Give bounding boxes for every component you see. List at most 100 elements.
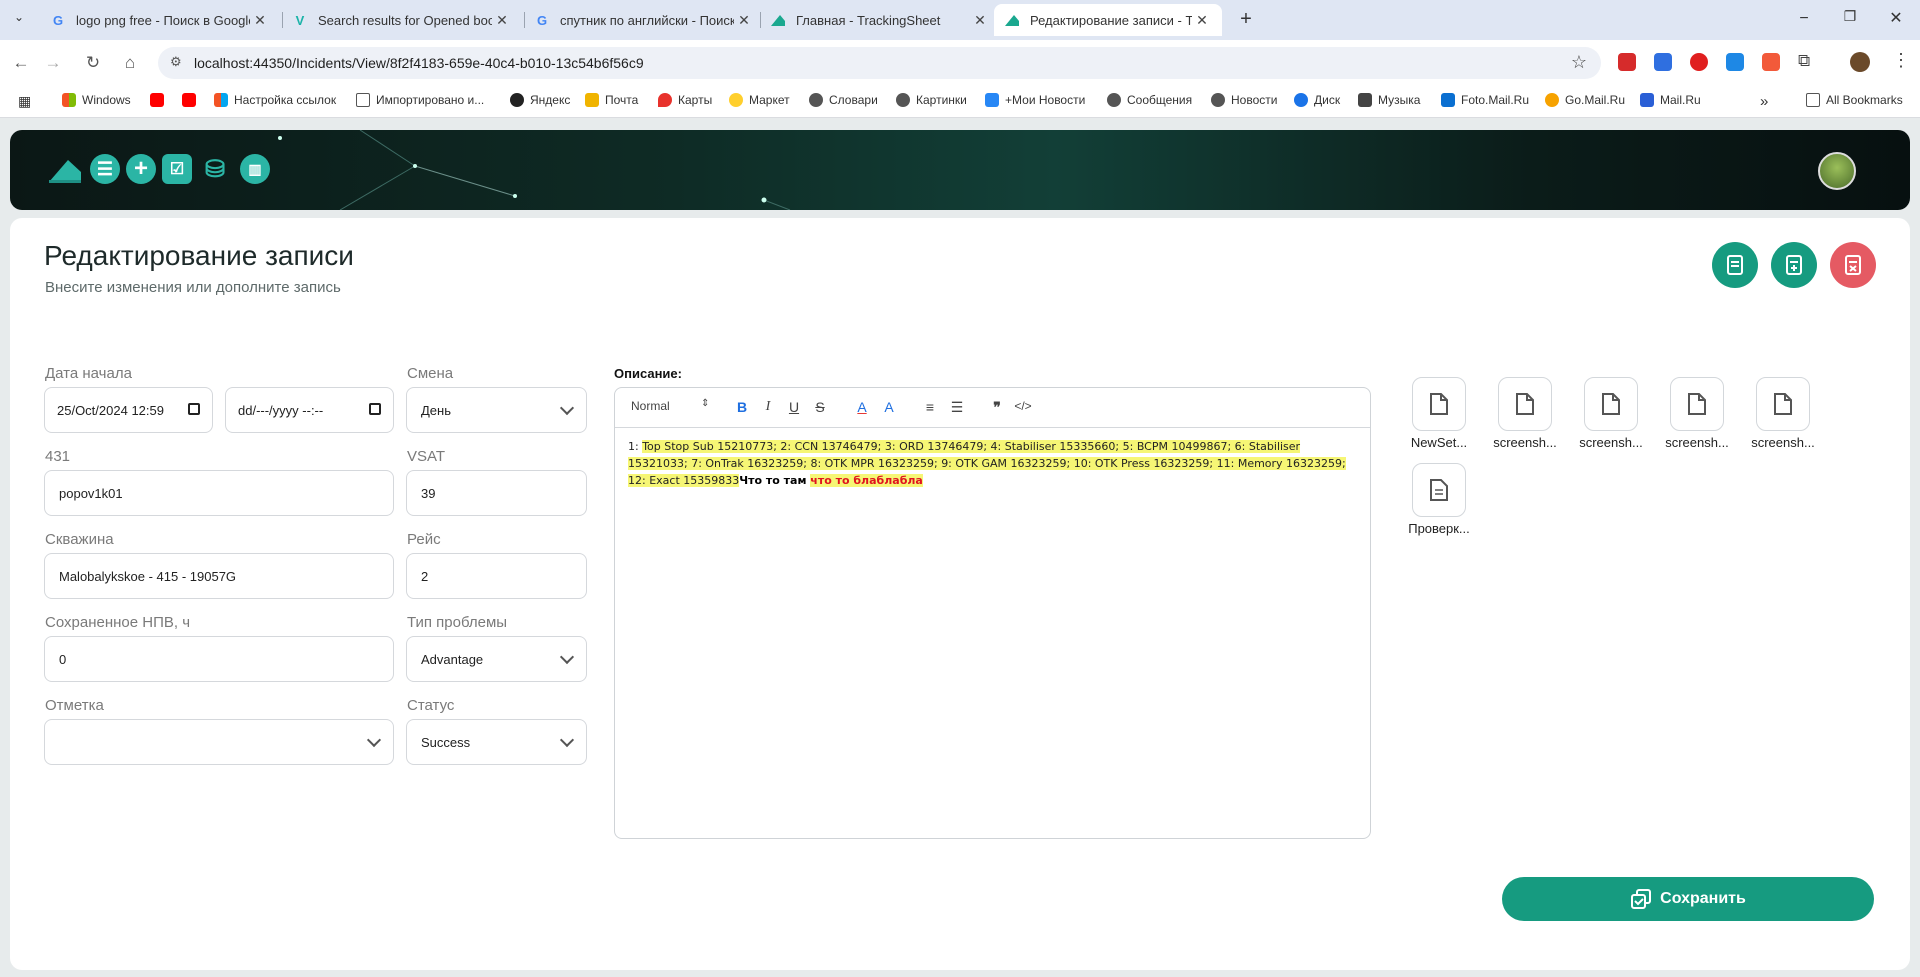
bookmark-item[interactable]: Карты [658, 93, 712, 107]
problem-type-select[interactable]: Advantage [406, 636, 587, 682]
description-label: Описание: [614, 366, 682, 381]
attached-file[interactable]: Проверк... [1399, 463, 1479, 536]
bookmark-item[interactable]: Музыка [1358, 93, 1420, 107]
browser-tab[interactable]: G спутник по английски - Поиск ✕ [524, 4, 764, 36]
bookmark-item[interactable]: Почта [585, 93, 638, 107]
app-logo-icon[interactable] [48, 154, 82, 189]
address-bar[interactable]: ⚙ localhost:44350/Incidents/View/8f2f418… [158, 47, 1601, 79]
calendar-icon[interactable] [188, 403, 200, 415]
forward-icon[interactable]: → [40, 50, 66, 76]
menu-kebab-icon[interactable]: ⋮ [1892, 50, 1910, 71]
view-record-button[interactable] [1712, 242, 1758, 288]
home-icon[interactable]: ⌂ [117, 50, 143, 76]
bookmark-item[interactable]: Яндекс [510, 93, 570, 107]
user-avatar[interactable] [1818, 152, 1856, 190]
attached-file[interactable]: screensh... [1743, 377, 1823, 450]
browser-tab[interactable]: Главная - TrackingSheet ✕ [760, 4, 1000, 36]
text-color-button[interactable]: A [853, 399, 871, 415]
add-record-button[interactable] [1771, 242, 1817, 288]
background-color-button[interactable]: A [880, 399, 898, 415]
browser-tab[interactable]: G logo png free - Поиск в Google ✕ [40, 4, 280, 36]
extension-icon[interactable] [1726, 53, 1744, 71]
strike-button[interactable]: S [811, 399, 829, 415]
code-button[interactable]: </> [1014, 399, 1032, 413]
f431-input[interactable]: popov1k01 [44, 470, 394, 516]
bookmark-item[interactable]: Настройка ссылок [214, 93, 336, 107]
tab-search-button[interactable]: ⌄ [8, 10, 30, 32]
bookmark-item[interactable]: Картинки [896, 93, 967, 107]
restore-icon[interactable]: ❐ [1838, 8, 1862, 25]
extensions-puzzle-icon[interactable]: ⧉ [1798, 51, 1810, 71]
bold-button[interactable]: B [733, 399, 751, 415]
bookmark-item[interactable]: +Мои Новости [985, 93, 1085, 107]
book-icon[interactable]: ☰ [90, 154, 120, 184]
bookmark-folder[interactable]: Импортировано и... [356, 93, 484, 107]
npv-input[interactable]: 0 [44, 636, 394, 682]
run-input[interactable]: 2 [406, 553, 587, 599]
format-select[interactable]: Normal ⇕ [631, 398, 711, 413]
end-date-input[interactable]: dd/---/yyyy --:-- [225, 387, 394, 433]
bookmark-item[interactable]: Windows [62, 93, 131, 107]
browser-tab-active[interactable]: Редактирование записи - Track ✕ [994, 4, 1222, 36]
extension-icon[interactable] [1618, 53, 1636, 71]
save-button[interactable]: Сохранить [1502, 877, 1874, 921]
apps-grid-icon[interactable]: ▦ [18, 93, 31, 110]
text-file-icon [1412, 463, 1466, 517]
calendar-icon[interactable] [369, 403, 381, 415]
reload-icon[interactable]: ↻ [80, 50, 106, 76]
bookmark-item[interactable]: Mail.Ru [1640, 93, 1701, 107]
bookmark-youtube-icon[interactable] [150, 93, 170, 107]
bookmark-item[interactable]: Словари [809, 93, 878, 107]
report-chart-icon[interactable]: ▥ [240, 154, 270, 184]
checklist-icon[interactable]: ☑ [162, 154, 192, 184]
extension-icon[interactable] [1690, 53, 1708, 71]
bookmark-item[interactable]: Диск [1294, 93, 1340, 107]
close-tab-icon[interactable]: ✕ [250, 12, 270, 29]
well-input[interactable]: Malobalykskoe - 415 - 19057G [44, 553, 394, 599]
address-bar-row: ← → ↻ ⌂ ⚙ localhost:44350/Incidents/View… [0, 40, 1920, 86]
vsat-input[interactable]: 39 [406, 470, 587, 516]
editor-content[interactable]: 1: Top Stop Sub 15210773; 2: CCN 1374647… [615, 428, 1370, 499]
bullet-list-button[interactable]: ☰ [948, 399, 966, 416]
bookmark-star-icon[interactable]: ☆ [1571, 52, 1587, 73]
close-tab-icon[interactable]: ✕ [970, 12, 990, 29]
add-icon[interactable]: + [126, 154, 156, 184]
attached-file[interactable]: screensh... [1485, 377, 1565, 450]
new-tab-button[interactable]: + [1234, 8, 1258, 31]
extension-icon[interactable] [1762, 53, 1780, 71]
database-upload-icon[interactable]: ⛁ [200, 154, 230, 184]
browser-tab[interactable]: V Search results for Opened book ✕ [282, 4, 522, 36]
file-name: screensh... [1579, 435, 1643, 450]
ordered-list-button[interactable]: ≡ [921, 399, 939, 415]
bookmark-item[interactable]: Маркет [729, 93, 790, 107]
bookmark-item[interactable]: Foto.Mail.Ru [1441, 93, 1529, 107]
shift-select[interactable]: День [406, 387, 587, 433]
site-info-icon[interactable]: ⚙ [170, 54, 182, 70]
start-date-input[interactable]: 25/Oct/2024 12:59 [44, 387, 213, 433]
profile-avatar[interactable] [1850, 52, 1870, 72]
all-bookmarks-folder[interactable]: All Bookmarks [1806, 93, 1903, 107]
bookmark-item[interactable]: Go.Mail.Ru [1545, 93, 1625, 107]
mark-select[interactable] [44, 719, 394, 765]
extension-icon[interactable] [1654, 53, 1672, 71]
attached-file[interactable]: NewSet... [1399, 377, 1479, 450]
bookmark-youtube-icon[interactable] [182, 93, 202, 107]
underline-button[interactable]: U [785, 399, 803, 415]
close-tab-icon[interactable]: ✕ [734, 12, 754, 29]
close-tab-icon[interactable]: ✕ [1192, 12, 1212, 29]
bookmark-item[interactable]: Сообщения [1107, 93, 1192, 107]
status-select[interactable]: Success [406, 719, 587, 765]
close-tab-icon[interactable]: ✕ [492, 12, 512, 29]
document-icon [1727, 255, 1743, 275]
close-window-icon[interactable]: ✕ [1884, 8, 1908, 28]
bookmark-item[interactable]: Новости [1211, 93, 1277, 107]
attached-file[interactable]: screensh... [1657, 377, 1737, 450]
attached-file[interactable]: screensh... [1571, 377, 1651, 450]
bookmarks-overflow-icon[interactable]: » [1760, 93, 1768, 110]
italic-button[interactable]: I [759, 399, 777, 415]
minimize-icon[interactable]: − [1792, 10, 1816, 28]
delete-record-button[interactable] [1830, 242, 1876, 288]
back-icon[interactable]: ← [8, 50, 34, 76]
blockquote-button[interactable]: ❞ [988, 399, 1006, 416]
url-text[interactable]: localhost:44350/Incidents/View/8f2f4183-… [194, 55, 644, 71]
